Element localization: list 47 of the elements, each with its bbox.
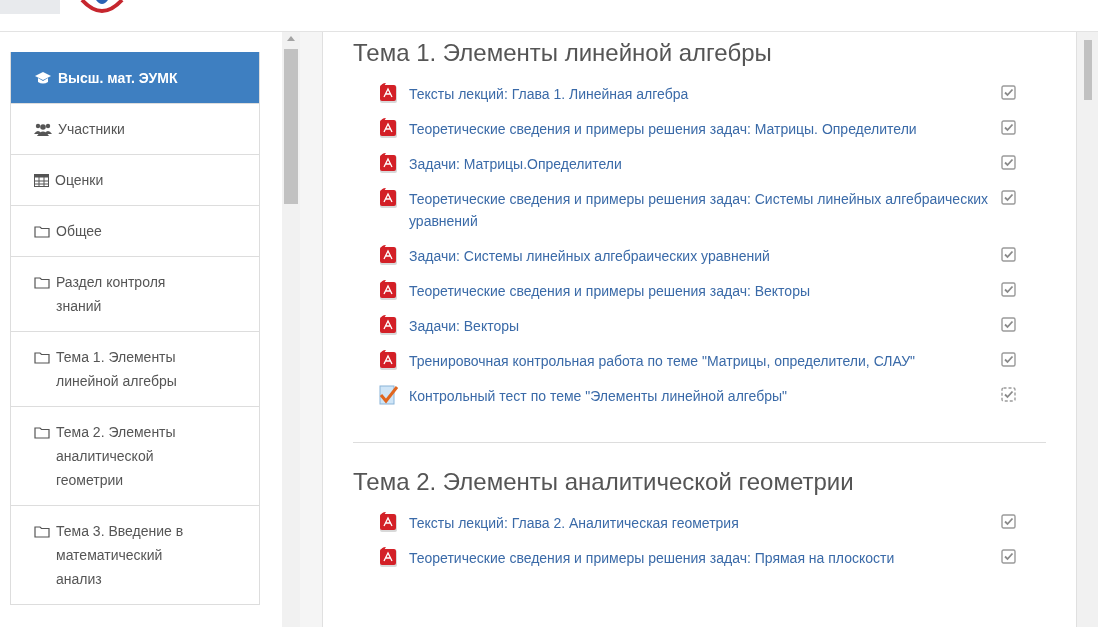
quiz-icon: [377, 384, 399, 406]
folder-icon: [34, 524, 50, 538]
activity-link[interactable]: Тренировочная контрольная работа по теме "Матрицы, определители, СЛАУ": [409, 349, 991, 372]
activity-link[interactable]: Контрольный тест по теме "Элементы линейной алгебры": [409, 384, 991, 407]
activity-link[interactable]: Теоретические сведения и примеры решения задач: Матрицы. Определители: [409, 117, 991, 140]
activity-link[interactable]: Теоретические сведения и примеры решения задач: Системы линейных алгебраических уравнений: [409, 187, 991, 232]
pdf-file-icon: [377, 279, 399, 301]
pdf-file-icon: [377, 349, 399, 371]
activity-link[interactable]: Теоретические сведения и примеры решения задач: Векторы: [409, 279, 991, 302]
pdf-file-icon: [377, 244, 399, 266]
pdf-file-icon: [377, 314, 399, 336]
completion-checkbox[interactable]: [1001, 190, 1016, 205]
folder-icon: [34, 275, 50, 289]
pdf-file-icon: [377, 546, 399, 568]
completion-checkbox[interactable]: [1001, 85, 1016, 100]
folder-icon: [34, 350, 50, 364]
pdf-file-icon: [377, 511, 399, 533]
activity-link[interactable]: Задачи: Системы линейных алгебраических уравнений: [409, 244, 991, 267]
activity-link[interactable]: Задачи: Векторы: [409, 314, 991, 337]
completion-checkbox[interactable]: [1001, 352, 1016, 367]
users-icon: [34, 122, 52, 136]
scroll-up-icon[interactable]: [287, 35, 295, 41]
section-title: Тема 1. Элементы линейной алгебры: [353, 38, 773, 68]
activity-link[interactable]: Задачи: Матрицы.Определители: [409, 152, 991, 175]
activity-link[interactable]: Тексты лекций: Глава 1. Линейная алгебра: [409, 82, 991, 105]
graduation-cap-icon: [34, 70, 52, 85]
scrollbar-thumb[interactable]: [284, 49, 298, 204]
activity-link[interactable]: Тексты лекций: Глава 2. Аналитическая геометрия: [409, 511, 991, 534]
logo-icon[interactable]: [80, 0, 124, 14]
completion-checkbox[interactable]: [1001, 549, 1016, 564]
activity-link[interactable]: Теоретические сведения и примеры решения задач: Прямая на плоскости: [409, 546, 991, 569]
pdf-file-icon: [377, 187, 399, 209]
folder-icon: [34, 425, 50, 439]
pdf-file-icon: [377, 117, 399, 139]
section-title: Тема 2. Элементы аналитической геометрии: [353, 467, 855, 497]
page-scrollbar-thumb[interactable]: [1083, 40, 1092, 100]
folder-icon: [34, 224, 50, 238]
completion-checkbox[interactable]: [1001, 282, 1016, 297]
completion-checkbox[interactable]: [1001, 155, 1016, 170]
pdf-file-icon: [377, 82, 399, 104]
pdf-file-icon: [377, 152, 399, 174]
completion-checkbox[interactable]: [1001, 120, 1016, 135]
sidebar-item[interactable]: Высш. мат. ЭУМК: [11, 52, 259, 103]
table-icon: [34, 173, 49, 187]
completion-checkbox[interactable]: [1001, 514, 1016, 529]
completion-checkbox[interactable]: [1001, 247, 1016, 262]
completion-checkbox[interactable]: [1001, 317, 1016, 332]
